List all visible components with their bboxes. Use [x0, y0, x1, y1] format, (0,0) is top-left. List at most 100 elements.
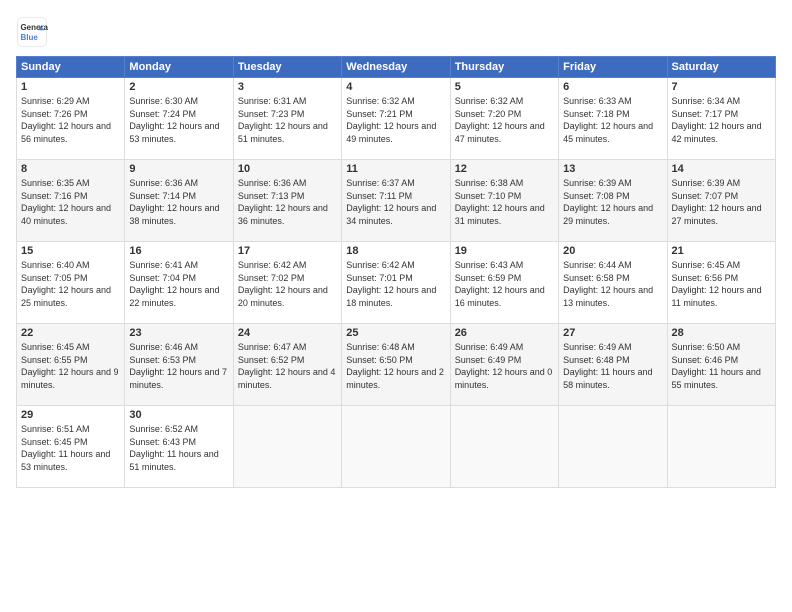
day-number: 10	[238, 163, 337, 175]
calendar-page: General Blue SundayMondayTuesdayWednesda…	[0, 0, 792, 612]
calendar-week-row: 15 Sunrise: 6:40 AM Sunset: 7:05 PM Dayl…	[17, 242, 776, 324]
calendar-cell: 28 Sunrise: 6:50 AM Sunset: 6:46 PM Dayl…	[667, 324, 775, 406]
day-number: 2	[129, 81, 228, 93]
day-number: 26	[455, 327, 554, 339]
weekday-header: Wednesday	[342, 57, 450, 78]
calendar-cell: 13 Sunrise: 6:39 AM Sunset: 7:08 PM Dayl…	[559, 160, 667, 242]
calendar-cell	[342, 406, 450, 488]
calendar-cell: 27 Sunrise: 6:49 AM Sunset: 6:48 PM Dayl…	[559, 324, 667, 406]
calendar-cell: 11 Sunrise: 6:37 AM Sunset: 7:11 PM Dayl…	[342, 160, 450, 242]
day-number: 1	[21, 81, 120, 93]
calendar-cell: 26 Sunrise: 6:49 AM Sunset: 6:49 PM Dayl…	[450, 324, 558, 406]
cell-info: Sunrise: 6:38 AM Sunset: 7:10 PM Dayligh…	[455, 177, 554, 227]
cell-info: Sunrise: 6:48 AM Sunset: 6:50 PM Dayligh…	[346, 341, 445, 391]
cell-info: Sunrise: 6:37 AM Sunset: 7:11 PM Dayligh…	[346, 177, 445, 227]
weekday-header: Monday	[125, 57, 233, 78]
calendar-cell: 2 Sunrise: 6:30 AM Sunset: 7:24 PM Dayli…	[125, 78, 233, 160]
calendar-cell: 10 Sunrise: 6:36 AM Sunset: 7:13 PM Dayl…	[233, 160, 341, 242]
cell-info: Sunrise: 6:45 AM Sunset: 6:55 PM Dayligh…	[21, 341, 120, 391]
calendar-cell: 20 Sunrise: 6:44 AM Sunset: 6:58 PM Dayl…	[559, 242, 667, 324]
day-number: 15	[21, 245, 120, 257]
day-number: 29	[21, 409, 120, 421]
cell-info: Sunrise: 6:39 AM Sunset: 7:08 PM Dayligh…	[563, 177, 662, 227]
calendar-week-row: 1 Sunrise: 6:29 AM Sunset: 7:26 PM Dayli…	[17, 78, 776, 160]
calendar-week-row: 22 Sunrise: 6:45 AM Sunset: 6:55 PM Dayl…	[17, 324, 776, 406]
cell-info: Sunrise: 6:46 AM Sunset: 6:53 PM Dayligh…	[129, 341, 228, 391]
calendar-cell: 1 Sunrise: 6:29 AM Sunset: 7:26 PM Dayli…	[17, 78, 125, 160]
calendar-cell: 3 Sunrise: 6:31 AM Sunset: 7:23 PM Dayli…	[233, 78, 341, 160]
calendar-cell: 14 Sunrise: 6:39 AM Sunset: 7:07 PM Dayl…	[667, 160, 775, 242]
day-number: 19	[455, 245, 554, 257]
calendar-cell: 19 Sunrise: 6:43 AM Sunset: 6:59 PM Dayl…	[450, 242, 558, 324]
weekday-header: Thursday	[450, 57, 558, 78]
cell-info: Sunrise: 6:51 AM Sunset: 6:45 PM Dayligh…	[21, 423, 120, 473]
cell-info: Sunrise: 6:42 AM Sunset: 7:02 PM Dayligh…	[238, 259, 337, 309]
day-number: 5	[455, 81, 554, 93]
day-number: 17	[238, 245, 337, 257]
page-header: General Blue	[16, 16, 776, 48]
day-number: 13	[563, 163, 662, 175]
calendar-cell: 7 Sunrise: 6:34 AM Sunset: 7:17 PM Dayli…	[667, 78, 775, 160]
cell-info: Sunrise: 6:52 AM Sunset: 6:43 PM Dayligh…	[129, 423, 228, 473]
calendar-table: SundayMondayTuesdayWednesdayThursdayFrid…	[16, 56, 776, 488]
day-number: 25	[346, 327, 445, 339]
weekday-header: Saturday	[667, 57, 775, 78]
calendar-cell	[233, 406, 341, 488]
cell-info: Sunrise: 6:50 AM Sunset: 6:46 PM Dayligh…	[672, 341, 771, 391]
calendar-cell: 9 Sunrise: 6:36 AM Sunset: 7:14 PM Dayli…	[125, 160, 233, 242]
cell-info: Sunrise: 6:32 AM Sunset: 7:21 PM Dayligh…	[346, 95, 445, 145]
day-number: 16	[129, 245, 228, 257]
calendar-cell: 15 Sunrise: 6:40 AM Sunset: 7:05 PM Dayl…	[17, 242, 125, 324]
svg-text:General: General	[20, 23, 48, 32]
day-number: 28	[672, 327, 771, 339]
cell-info: Sunrise: 6:49 AM Sunset: 6:49 PM Dayligh…	[455, 341, 554, 391]
day-number: 27	[563, 327, 662, 339]
calendar-cell: 25 Sunrise: 6:48 AM Sunset: 6:50 PM Dayl…	[342, 324, 450, 406]
calendar-cell: 30 Sunrise: 6:52 AM Sunset: 6:43 PM Dayl…	[125, 406, 233, 488]
day-number: 12	[455, 163, 554, 175]
calendar-cell: 12 Sunrise: 6:38 AM Sunset: 7:10 PM Dayl…	[450, 160, 558, 242]
day-number: 21	[672, 245, 771, 257]
calendar-cell: 21 Sunrise: 6:45 AM Sunset: 6:56 PM Dayl…	[667, 242, 775, 324]
calendar-cell: 23 Sunrise: 6:46 AM Sunset: 6:53 PM Dayl…	[125, 324, 233, 406]
day-number: 6	[563, 81, 662, 93]
cell-info: Sunrise: 6:41 AM Sunset: 7:04 PM Dayligh…	[129, 259, 228, 309]
calendar-cell: 17 Sunrise: 6:42 AM Sunset: 7:02 PM Dayl…	[233, 242, 341, 324]
calendar-cell: 4 Sunrise: 6:32 AM Sunset: 7:21 PM Dayli…	[342, 78, 450, 160]
weekday-header: Tuesday	[233, 57, 341, 78]
cell-info: Sunrise: 6:39 AM Sunset: 7:07 PM Dayligh…	[672, 177, 771, 227]
cell-info: Sunrise: 6:31 AM Sunset: 7:23 PM Dayligh…	[238, 95, 337, 145]
calendar-cell	[559, 406, 667, 488]
cell-info: Sunrise: 6:42 AM Sunset: 7:01 PM Dayligh…	[346, 259, 445, 309]
day-number: 8	[21, 163, 120, 175]
calendar-cell: 16 Sunrise: 6:41 AM Sunset: 7:04 PM Dayl…	[125, 242, 233, 324]
svg-text:Blue: Blue	[20, 33, 38, 42]
day-number: 4	[346, 81, 445, 93]
cell-info: Sunrise: 6:30 AM Sunset: 7:24 PM Dayligh…	[129, 95, 228, 145]
cell-info: Sunrise: 6:29 AM Sunset: 7:26 PM Dayligh…	[21, 95, 120, 145]
weekday-header: Friday	[559, 57, 667, 78]
cell-info: Sunrise: 6:45 AM Sunset: 6:56 PM Dayligh…	[672, 259, 771, 309]
cell-info: Sunrise: 6:40 AM Sunset: 7:05 PM Dayligh…	[21, 259, 120, 309]
calendar-cell: 5 Sunrise: 6:32 AM Sunset: 7:20 PM Dayli…	[450, 78, 558, 160]
logo-icon: General Blue	[16, 16, 48, 48]
cell-info: Sunrise: 6:32 AM Sunset: 7:20 PM Dayligh…	[455, 95, 554, 145]
calendar-week-row: 8 Sunrise: 6:35 AM Sunset: 7:16 PM Dayli…	[17, 160, 776, 242]
day-number: 7	[672, 81, 771, 93]
day-number: 24	[238, 327, 337, 339]
day-number: 20	[563, 245, 662, 257]
day-number: 22	[21, 327, 120, 339]
cell-info: Sunrise: 6:43 AM Sunset: 6:59 PM Dayligh…	[455, 259, 554, 309]
calendar-week-row: 29 Sunrise: 6:51 AM Sunset: 6:45 PM Dayl…	[17, 406, 776, 488]
day-number: 3	[238, 81, 337, 93]
cell-info: Sunrise: 6:49 AM Sunset: 6:48 PM Dayligh…	[563, 341, 662, 391]
day-number: 30	[129, 409, 228, 421]
cell-info: Sunrise: 6:35 AM Sunset: 7:16 PM Dayligh…	[21, 177, 120, 227]
day-number: 9	[129, 163, 228, 175]
cell-info: Sunrise: 6:36 AM Sunset: 7:13 PM Dayligh…	[238, 177, 337, 227]
weekday-header: Sunday	[17, 57, 125, 78]
calendar-cell: 24 Sunrise: 6:47 AM Sunset: 6:52 PM Dayl…	[233, 324, 341, 406]
cell-info: Sunrise: 6:44 AM Sunset: 6:58 PM Dayligh…	[563, 259, 662, 309]
cell-info: Sunrise: 6:33 AM Sunset: 7:18 PM Dayligh…	[563, 95, 662, 145]
cell-info: Sunrise: 6:36 AM Sunset: 7:14 PM Dayligh…	[129, 177, 228, 227]
